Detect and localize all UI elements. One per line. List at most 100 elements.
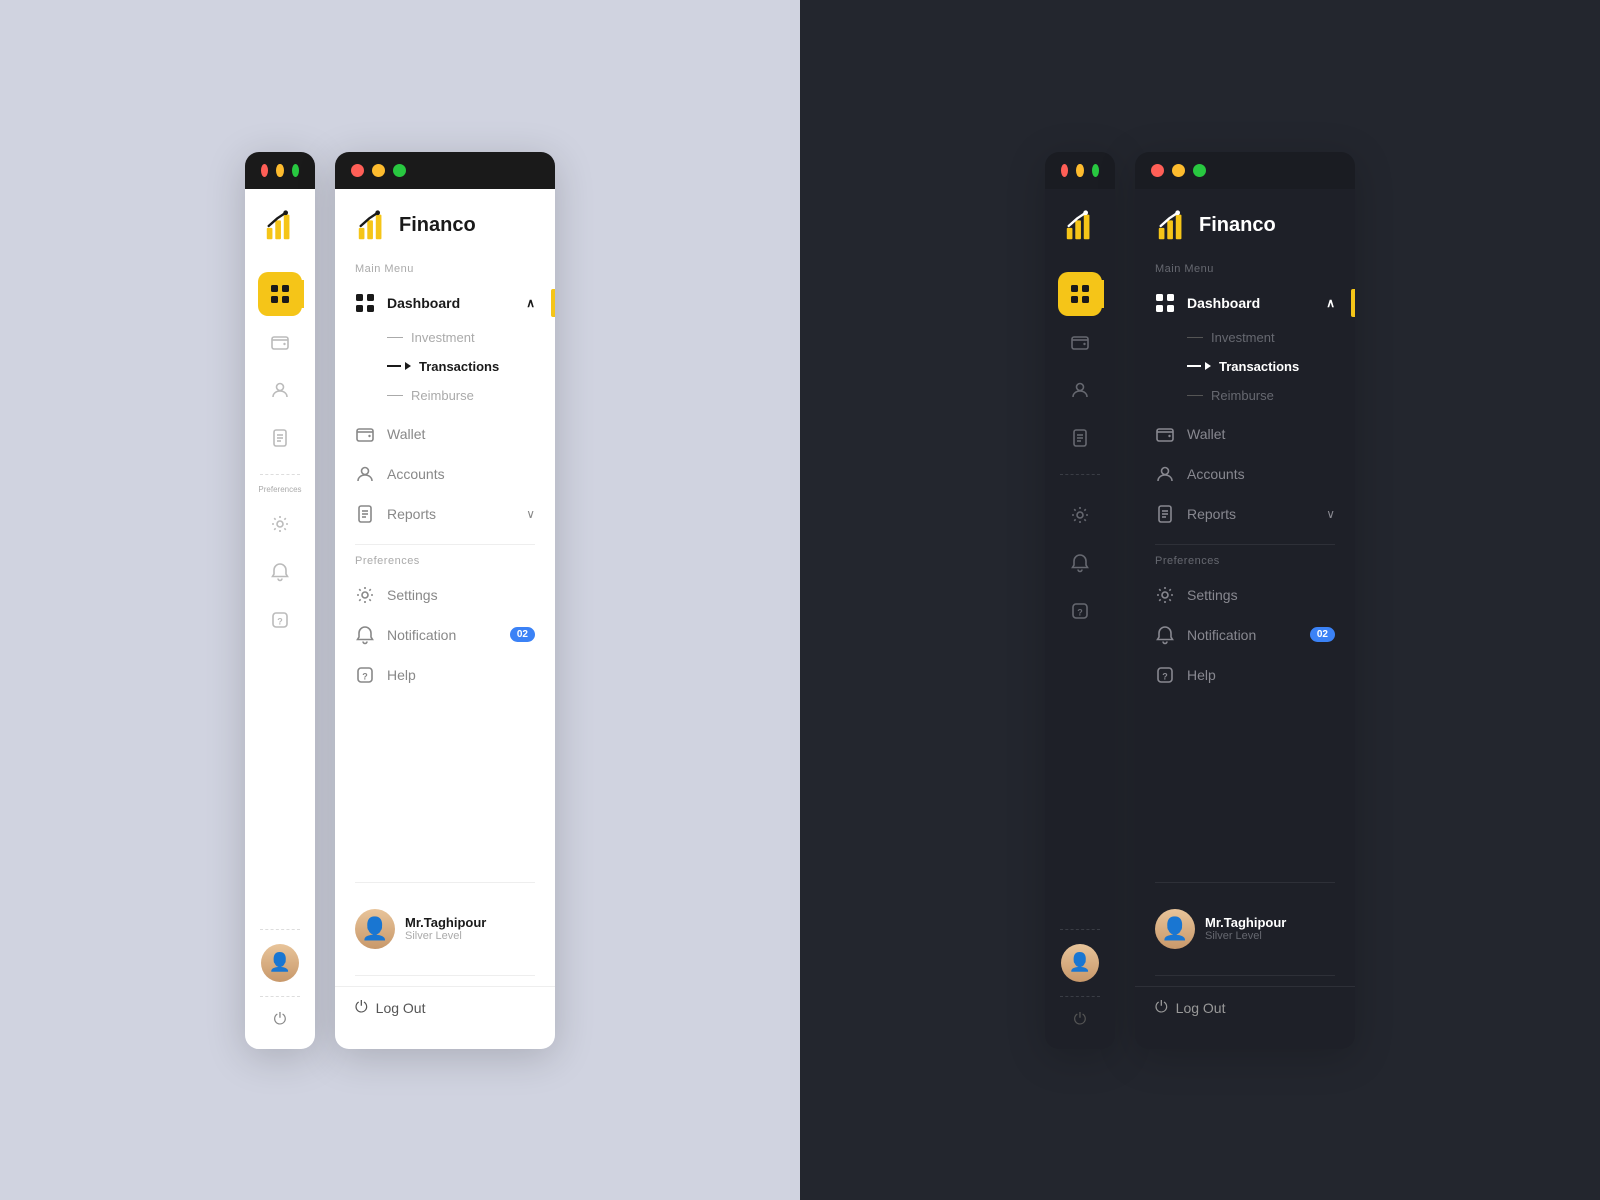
bell-svg-dark [1155,625,1175,645]
active-bar-wide-dark [1351,289,1355,317]
preferences-label: Preferences [335,555,555,567]
light-wide-window: Financo Main Menu Dashboard ∧ [335,152,555,1049]
logout-label: Log Out [376,1000,426,1016]
nav-dashboard[interactable]: Dashboard ∧ [335,283,555,323]
reimburse-label: Reimburse [411,388,474,403]
power-icon-dark: ⏻ [1155,999,1168,1017]
nav-settings[interactable]: Settings [335,575,555,615]
arrow-head-dark [1205,362,1211,370]
submenu-transactions-dark[interactable]: Transactions [1187,352,1355,381]
nav-accounts-narrow[interactable] [258,368,302,412]
active-bar-dark [1100,280,1104,308]
notification-label: Notification [387,627,456,643]
maximize-button[interactable] [1193,164,1206,177]
investment-label-dark: Investment [1211,330,1275,345]
nav-wallet-narrow-dark[interactable] [1058,320,1102,364]
wallet-icon-dark [1070,332,1090,352]
nav-notification[interactable]: Notification 02 [335,615,555,655]
nav-wallet-narrow[interactable] [258,320,302,364]
nav-notification-narrow[interactable] [258,550,302,594]
bell-svg [355,625,375,645]
nav-reports-narrow-dark[interactable] [1058,416,1102,460]
sub-arrow [387,362,411,370]
bottom-divider2 [260,996,300,997]
minimize-button[interactable] [1076,164,1083,177]
arrow-line-dark [1187,365,1201,367]
bottom-divider-dark [1060,929,1100,930]
nav-help-dark[interactable]: ? Help [1135,655,1355,695]
nav-notification-narrow-dark[interactable] [1058,541,1102,585]
close-button[interactable] [1151,164,1164,177]
wallet-icon [270,332,290,352]
nav-reports-dark[interactable]: Reports ∨ [1135,494,1355,534]
dashboard-submenu: Investment Transactions Reimburse [335,323,555,410]
nav-settings-narrow-dark[interactable] [1058,493,1102,537]
minimize-button[interactable] [1172,164,1185,177]
logout-button-dark[interactable]: ⏻ Log Out [1135,986,1355,1029]
maximize-button[interactable] [1092,164,1099,177]
nav-accounts[interactable]: Accounts [335,454,555,494]
grid-icon-wide [355,293,375,313]
avatar-face-dark: 👤 [1061,944,1099,982]
maximize-button[interactable] [393,164,406,177]
submenu-reimburse-dark[interactable]: Reimburse [1187,381,1355,410]
minimize-button[interactable] [372,164,385,177]
bell-icon-wide-dark [1155,625,1175,645]
investment-label: Investment [411,330,475,345]
power-icon-narrow[interactable]: ⏻ [274,1011,287,1029]
grid-icon-dark [1070,284,1090,304]
sub-line2 [387,395,403,396]
settings-label-dark: Settings [1187,587,1238,603]
avatar-face: 👤 [261,944,299,982]
maximize-button[interactable] [292,164,299,177]
transactions-label: Transactions [419,359,499,374]
nav-notification-dark[interactable]: Notification 02 [1135,615,1355,655]
nav-help-narrow-dark[interactable]: ? [1058,589,1102,633]
active-bar-wide [551,289,555,317]
bell-icon-wide [355,625,375,645]
help-icon: ? [270,610,290,630]
logo-icon [263,209,297,243]
user-icon-dark [1070,380,1090,400]
nav-dashboard-dark[interactable]: Dashboard ∧ [1135,283,1355,323]
nav-dashboard-narrow-dark[interactable] [1058,272,1102,316]
titlebar-wide-light [335,152,555,189]
reimburse-label-dark: Reimburse [1211,388,1274,403]
main-pref-divider-dark [1155,544,1335,545]
wallet-svg [355,424,375,444]
wallet-svg-dark [1155,424,1175,444]
nav-wallet[interactable]: Wallet [335,414,555,454]
close-button[interactable] [1061,164,1068,177]
power-icon-narrow-dark[interactable]: ⏻ [1074,1011,1087,1029]
nav-reports-narrow[interactable] [258,416,302,460]
submenu-investment[interactable]: Investment [387,323,555,352]
nav-wallet-dark[interactable]: Wallet [1135,414,1355,454]
logout-button[interactable]: ⏻ Log Out [335,986,555,1029]
close-button[interactable] [351,164,364,177]
logo-area-light: Financo [335,209,555,263]
nav-settings-dark[interactable]: Settings [1135,575,1355,615]
submenu-investment-dark[interactable]: Investment [1187,323,1355,352]
nav-settings-narrow[interactable] [258,502,302,546]
submenu-reimburse[interactable]: Reimburse [387,381,555,410]
help-svg: ? [355,665,375,685]
help-icon-wide-dark: ? [1155,665,1175,685]
nav-dashboard-narrow[interactable] [258,272,302,316]
arrow-head [405,362,411,370]
nav-reports[interactable]: Reports ∨ [335,494,555,534]
avatar-face-wide-dark: 👤 [1155,909,1195,949]
nav-help-narrow[interactable]: ? [258,598,302,642]
logo-icon-wide-dark [1155,209,1189,243]
nav-help[interactable]: ? Help [335,655,555,695]
submenu-transactions[interactable]: Transactions [387,352,555,381]
close-button[interactable] [261,164,268,177]
nav-accounts-narrow-dark[interactable] [1058,368,1102,412]
chevron-up-icon-dark: ∧ [1326,296,1335,310]
minimize-button[interactable] [276,164,283,177]
doc-icon-wide-dark [1155,504,1175,524]
grid-svg-dark [1155,293,1175,313]
user-profile-light: 👤 Mr.Taghipour Silver Level [335,893,555,965]
chevron-up-icon: ∧ [526,296,535,310]
logout-label-dark: Log Out [1176,1000,1226,1016]
nav-accounts-dark[interactable]: Accounts [1135,454,1355,494]
